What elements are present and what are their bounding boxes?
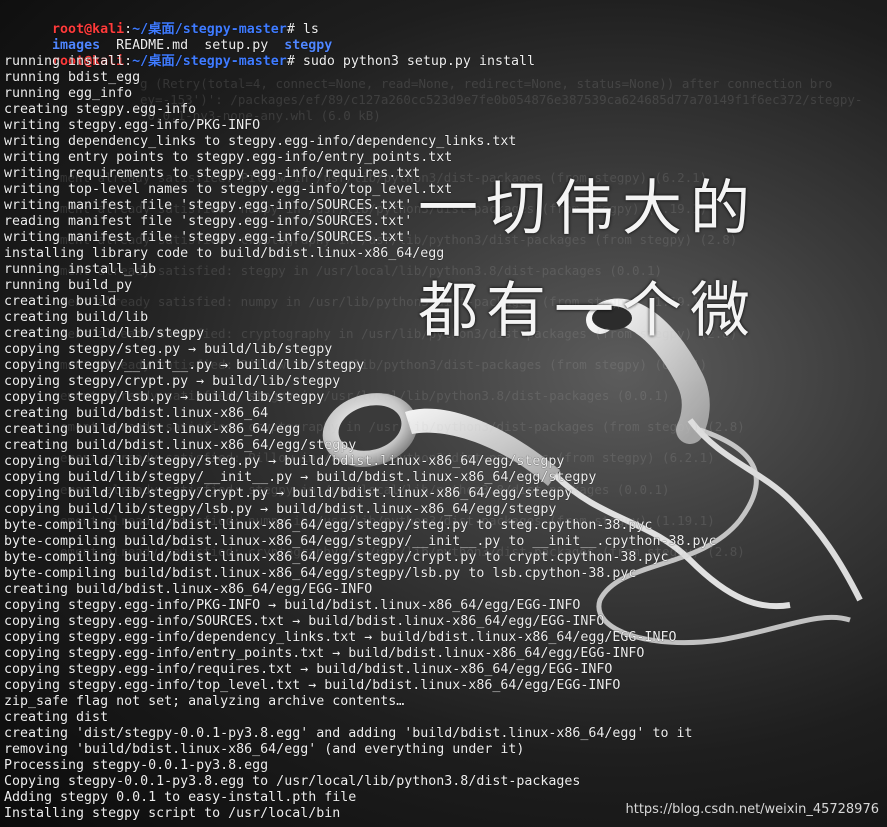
- output-line: installing library code to build/bdist.l…: [4, 246, 445, 261]
- prompt-path: ~/桌面/stegpy-master: [132, 22, 287, 37]
- csdn-watermark: https://blog.csdn.net/weixin_45728976: [625, 802, 879, 817]
- output-line: creating 'dist/stegpy-0.0.1-py3.8.egg' a…: [4, 726, 693, 741]
- ls-dir-images: images: [52, 38, 101, 53]
- output-line: zip_safe flag not set; analyzing archive…: [4, 694, 405, 709]
- output-line: creating dist: [4, 710, 109, 725]
- prompt-colon: :: [124, 22, 133, 37]
- output-line: removing 'build/bdist.linux-x86_64/egg' …: [4, 742, 525, 757]
- output-line: Adding stegpy 0.0.1 to easy-install.pth …: [4, 790, 357, 805]
- output-line: byte-compiling build/bdist.linux-x86_64/…: [4, 550, 669, 565]
- ls-dir-stegpy: stegpy: [284, 38, 333, 53]
- prompt-symbol: #: [286, 22, 303, 37]
- output-line: copying build/lib/stegpy/__init__.py → b…: [4, 470, 597, 485]
- prompt-user: root@kali: [52, 22, 125, 37]
- ls-file-readme: README.md: [116, 38, 189, 53]
- output-line: byte-compiling build/bdist.linux-x86_64/…: [4, 566, 637, 581]
- terminal-output: root@kali:~/桌面/stegpy-master# ls images …: [4, 6, 716, 822]
- output-line: writing dependency_links to stegpy.egg-i…: [4, 134, 517, 149]
- output-line: copying stegpy/__init__.py → build/lib/s…: [4, 358, 365, 373]
- command-text: ls: [302, 22, 319, 37]
- output-line: creating build/bdist.linux-x86_64/egg/st…: [4, 438, 357, 453]
- prompt-path: ~/桌面/stegpy-master: [132, 54, 287, 69]
- output-line: byte-compiling build/bdist.linux-x86_64/…: [4, 518, 653, 533]
- output-line: copying stegpy.egg-info/top_level.txt → …: [4, 678, 621, 693]
- output-line: Installing stegpy script to /usr/local/b…: [4, 806, 341, 821]
- prompt-line: root@kali:~/桌面/stegpy-master# ls: [4, 6, 716, 37]
- output-line: copying stegpy.egg-info/SOURCES.txt → bu…: [4, 614, 605, 629]
- prompt-colon: :: [124, 54, 133, 69]
- output-line: copying stegpy/lsb.py → build/lib/stegpy: [4, 390, 325, 405]
- output-line: copying build/lib/stegpy/lsb.py → build/…: [4, 502, 557, 517]
- ls-file-setup: setup.py: [204, 38, 269, 53]
- overlay-calligraphy-line1: 一切伟大的: [418, 174, 758, 244]
- output-line: running bdist_egg: [4, 70, 141, 85]
- output-line: copying stegpy.egg-info/dependency_links…: [4, 630, 677, 645]
- output-line: copying stegpy.egg-info/PKG-INFO → build…: [4, 598, 581, 613]
- output-line: Copying stegpy-0.0.1-py3.8.egg to /usr/l…: [4, 774, 581, 789]
- output-line: byte-compiling build/bdist.linux-x86_64/…: [4, 534, 717, 549]
- command-text: sudo python3 setup.py install: [302, 54, 535, 69]
- output-line: copying stegpy/crypt.py → build/lib/steg…: [4, 374, 341, 389]
- prompt-symbol: #: [286, 54, 303, 69]
- output-line: creating build/bdist.linux-x86_64: [4, 406, 269, 421]
- overlay-calligraphy-line2: 都有一个微: [418, 276, 758, 346]
- output-line: running egg_info: [4, 86, 133, 101]
- terminal-window[interactable]: g (Retry(total=4, connect=None, read=Non…: [0, 0, 887, 827]
- output-line: writing stegpy.egg-info/PKG-INFO: [4, 118, 261, 133]
- output-line: creating build/bdist.linux-x86_64/egg: [4, 422, 301, 437]
- output-line: copying build/lib/stegpy/crypt.py → buil…: [4, 486, 573, 501]
- output-line: copying build/lib/stegpy/steg.py → build…: [4, 454, 565, 469]
- output-line: creating build/bdist.linux-x86_64/egg/EG…: [4, 582, 373, 597]
- output-line: copying stegpy.egg-info/requires.txt → b…: [4, 662, 613, 677]
- output-line: creating stegpy.egg-info: [4, 102, 197, 117]
- output-line: copying stegpy.egg-info/entry_points.txt…: [4, 646, 645, 661]
- output-line: Processing stegpy-0.0.1-py3.8.egg: [4, 758, 269, 773]
